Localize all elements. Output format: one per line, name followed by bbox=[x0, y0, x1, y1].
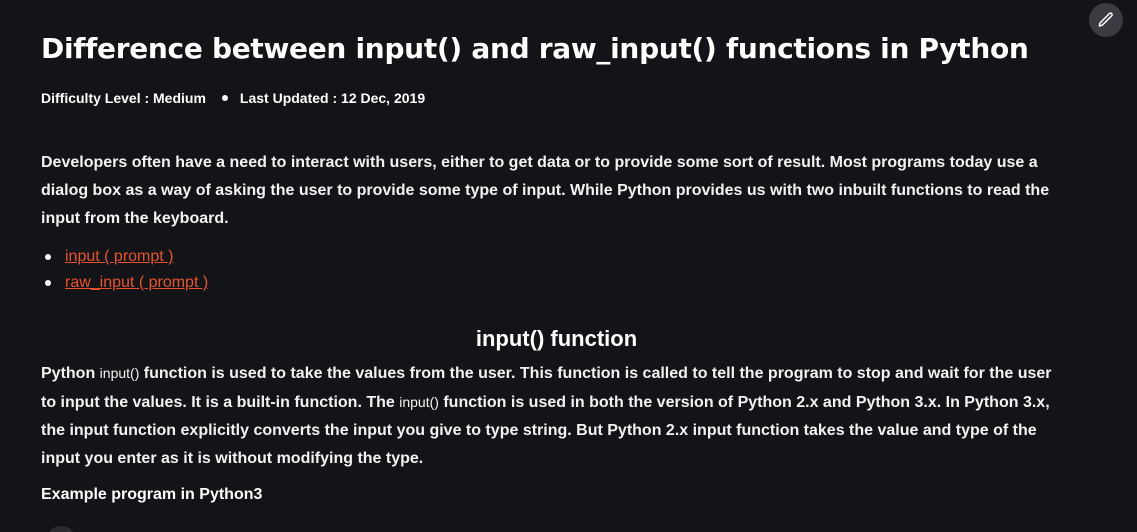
input-prompt-link[interactable]: input ( prompt ) bbox=[65, 248, 173, 265]
inline-code: input() bbox=[99, 365, 140, 381]
list-item: raw_input ( prompt ) bbox=[41, 270, 208, 296]
code-block-control[interactable] bbox=[46, 526, 76, 532]
section-paragraph: Python input() function is used to take … bbox=[41, 359, 1066, 473]
difficulty-level: Difficulty Level : Medium bbox=[41, 90, 206, 106]
meta-separator-dot bbox=[221, 95, 228, 101]
raw-input-prompt-link[interactable]: raw_input ( prompt ) bbox=[65, 274, 208, 291]
edit-button[interactable] bbox=[1089, 3, 1123, 37]
function-links-list: input ( prompt ) raw_input ( prompt ) bbox=[41, 244, 208, 296]
intro-paragraph: Developers often have a need to interact… bbox=[41, 154, 1050, 227]
article-page: Difference between input() and raw_input… bbox=[0, 0, 1137, 532]
bullet-icon bbox=[45, 254, 51, 260]
section-heading: input() function bbox=[475, 326, 638, 351]
paragraph-text: Python bbox=[41, 365, 100, 382]
example-heading: Example program in Python3 bbox=[41, 486, 263, 503]
list-item: input ( prompt ) bbox=[41, 244, 208, 270]
pencil-icon bbox=[1098, 12, 1113, 27]
last-updated: Last Updated : 12 Dec, 2019 bbox=[239, 90, 426, 106]
bullet-icon bbox=[45, 280, 51, 286]
article-meta: Difficulty Level : Medium Last Updated :… bbox=[41, 88, 425, 108]
article-title: Difference between input() and raw_input… bbox=[41, 32, 1029, 65]
inline-code: input() bbox=[399, 394, 439, 410]
